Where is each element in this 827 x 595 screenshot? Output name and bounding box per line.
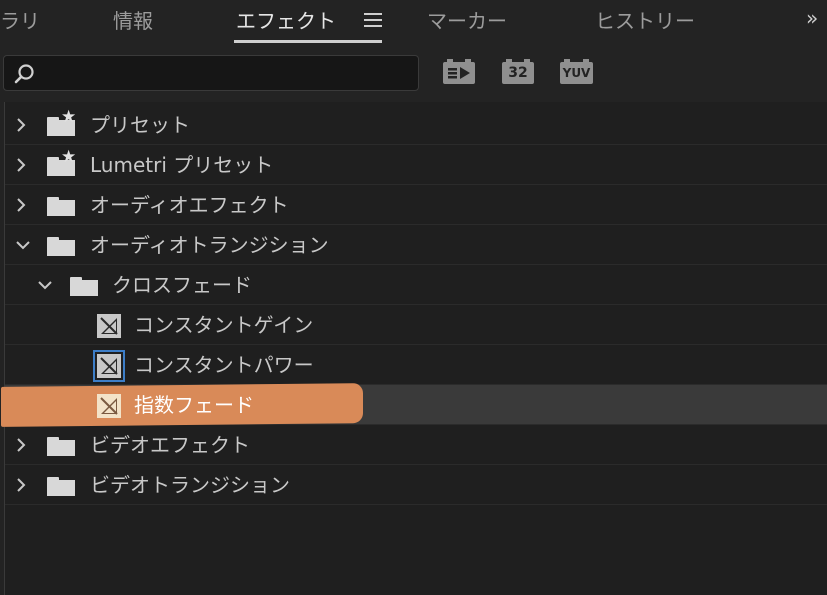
tree-item-label: ビデオトランジション (90, 473, 290, 497)
preset-folder-icon: ★ (47, 149, 76, 176)
chevron-down-icon[interactable] (15, 237, 31, 253)
tree-item-lumetri-presets[interactable]: ★ Lumetri プリセット (5, 145, 827, 185)
tree-item-constant-gain[interactable]: コンスタントゲイン (5, 305, 827, 345)
folder-icon (47, 237, 75, 256)
tree-item-video-effects[interactable]: ビデオエフェクト (5, 425, 827, 465)
accelerated-effects-icon[interactable] (443, 59, 475, 84)
tree-item-audio-transitions[interactable]: オーディオトランジション (5, 225, 827, 265)
audio-transition-icon (97, 394, 121, 418)
tree-item-presets[interactable]: ★ プリセット (5, 105, 827, 145)
chevron-right-icon[interactable] (13, 197, 29, 213)
search-icon (14, 64, 34, 84)
effects-panel: ラリ 情報 エフェクト マーカー ヒストリー » 32 YUV ★ プリセット … (0, 0, 827, 595)
panel-tab-bar: ラリ 情報 エフェクト マーカー ヒストリー » (0, 0, 827, 46)
effects-tree: ★ プリセット ★ Lumetri プリセット オーディオエフェクト オーディオ… (1, 102, 827, 595)
search-input[interactable] (44, 60, 408, 88)
tree-item-label: 指数フェード (134, 393, 254, 417)
folder-icon (70, 277, 98, 296)
tree-item-label: ビデオエフェクト (90, 433, 250, 457)
tree-item-exponential-fade[interactable]: 指数フェード (1, 383, 827, 427)
tree-item-crossfade[interactable]: クロスフェード (5, 265, 827, 305)
chevron-down-icon[interactable] (37, 277, 53, 293)
panel-menu-icon[interactable] (364, 13, 382, 29)
tab-markers[interactable]: マーカー (427, 6, 507, 36)
tree-item-label: オーディオエフェクト (90, 193, 289, 217)
audio-transition-icon (93, 350, 125, 382)
chevron-right-icon[interactable] (13, 157, 29, 173)
tree-item-audio-effects[interactable]: オーディオエフェクト (5, 185, 827, 225)
tree-item-label: コンスタントゲイン (134, 313, 314, 337)
yuv-effects-icon[interactable]: YUV (560, 59, 593, 84)
chevron-right-icon[interactable] (13, 437, 29, 453)
effects-search-box[interactable] (3, 55, 419, 91)
tree-item-label: Lumetri プリセット (90, 153, 274, 177)
folder-icon (47, 437, 75, 456)
tab-libraries[interactable]: ラリ (0, 6, 40, 36)
32-bit-color-icon[interactable]: 32 (502, 59, 534, 84)
chevron-right-icon[interactable] (13, 477, 29, 493)
tab-effects[interactable]: エフェクト (236, 6, 336, 36)
audio-transition-icon (97, 314, 121, 338)
tree-item-label: オーディオトランジション (90, 233, 329, 257)
active-tab-indicator (234, 40, 382, 43)
preset-folder-icon: ★ (47, 109, 76, 136)
tree-item-label: クロスフェード (112, 273, 252, 297)
folder-icon (47, 477, 75, 496)
tree-item-constant-power[interactable]: コンスタントパワー (5, 345, 827, 385)
tree-item-label: プリセット (90, 113, 190, 137)
tab-info[interactable]: 情報 (113, 6, 153, 36)
tree-item-label: コンスタントパワー (134, 353, 314, 377)
tree-item-video-transitions[interactable]: ビデオトランジション (5, 465, 827, 505)
folder-icon (47, 197, 75, 216)
tab-history[interactable]: ヒストリー (595, 6, 695, 36)
overflow-chevron-icon[interactable]: » (806, 6, 827, 30)
chevron-right-icon[interactable] (13, 117, 29, 133)
